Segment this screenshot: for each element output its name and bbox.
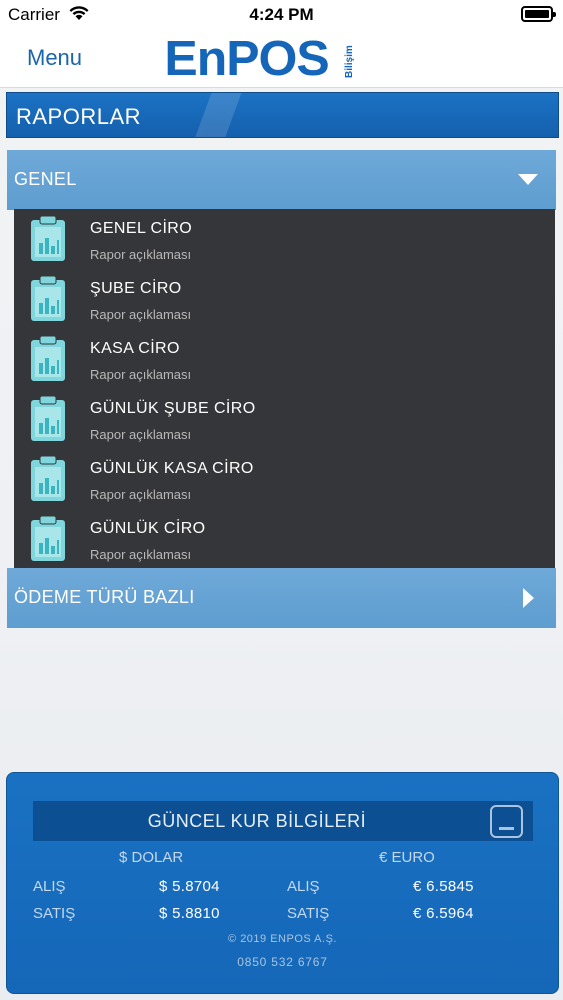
menu-button[interactable]: Menu bbox=[27, 45, 82, 71]
report-title: GÜNLÜK CİRO bbox=[90, 520, 206, 537]
euro-buy-label: ALIŞ bbox=[287, 878, 320, 895]
nav-bar: Menu EnPOS Bilişim bbox=[0, 30, 563, 88]
clock: 4:24 PM bbox=[249, 5, 314, 24]
enpos-logo: EnPOS Bilişim bbox=[164, 32, 355, 86]
group-label: GENEL bbox=[14, 169, 77, 189]
group-label: ÖDEME TÜRÜ BAZLI bbox=[14, 587, 195, 607]
report-item-gunluk-kasa-ciro[interactable]: GÜNLÜK KASA CİRO Rapor açıklaması bbox=[14, 449, 555, 509]
dollar-buy-value: $ 5.8704 bbox=[159, 878, 220, 895]
minimize-icon[interactable] bbox=[490, 805, 523, 838]
currency-panel-title: GÜNCEL KUR BİLGİLERİ bbox=[147, 811, 367, 831]
report-chart-icon bbox=[30, 275, 66, 322]
chevron-right-icon bbox=[523, 588, 534, 608]
dollar-sell-label: SATIŞ bbox=[33, 905, 76, 922]
report-chart-icon bbox=[30, 515, 66, 562]
report-title: ŞUBE CİRO bbox=[90, 280, 182, 297]
report-description: Rapor açıklaması bbox=[90, 547, 192, 562]
logo-text: EnPOS bbox=[164, 32, 329, 86]
report-description: Rapor açıklaması bbox=[90, 247, 192, 262]
report-item-genel-ciro[interactable]: GENEL CİRO Rapor açıklaması bbox=[14, 209, 555, 269]
section-header: RAPORLAR bbox=[6, 92, 559, 138]
phone-number: 0850 532 6767 bbox=[237, 955, 328, 969]
battery-icon bbox=[521, 6, 556, 22]
report-description: Rapor açıklaması bbox=[90, 307, 192, 322]
group-header-genel[interactable]: GENEL bbox=[7, 150, 556, 210]
logo-subtitle: Bilişim bbox=[344, 45, 355, 78]
report-title: KASA CİRO bbox=[90, 340, 180, 357]
report-chart-icon bbox=[30, 335, 66, 382]
report-chart-icon bbox=[30, 395, 66, 442]
report-item-gunluk-ciro[interactable]: GÜNLÜK CİRO Rapor açıklaması bbox=[14, 509, 555, 569]
status-bar: Carrier 4:24 PM bbox=[0, 0, 563, 30]
report-chart-icon bbox=[30, 455, 66, 502]
group-header-odeme-turu[interactable]: ÖDEME TÜRÜ BAZLI bbox=[7, 568, 556, 628]
report-list: GENEL CİRO Rapor açıklaması ŞUBE CİRO Ra… bbox=[14, 209, 555, 568]
report-description: Rapor açıklaması bbox=[90, 487, 192, 502]
report-title: GENEL CİRO bbox=[90, 220, 193, 237]
report-item-sube-ciro[interactable]: ŞUBE CİRO Rapor açıklaması bbox=[14, 269, 555, 329]
currency-panel: GÜNCEL KUR BİLGİLERİ $ DOLAR € EURO ALIŞ… bbox=[6, 772, 559, 994]
euro-sell-value: € 6.5964 bbox=[413, 905, 474, 922]
euro-heading: € EURO bbox=[379, 849, 435, 866]
report-description: Rapor açıklaması bbox=[90, 427, 192, 442]
page-title: RAPORLAR bbox=[16, 104, 142, 129]
currency-panel-header: GÜNCEL KUR BİLGİLERİ bbox=[33, 801, 533, 841]
copyright-text: © 2019 ENPOS A.Ş. bbox=[228, 933, 337, 945]
report-title: GÜNLÜK ŞUBE CİRO bbox=[90, 400, 256, 417]
report-description: Rapor açıklaması bbox=[90, 367, 192, 382]
report-chart-icon bbox=[30, 215, 66, 262]
dollar-sell-value: $ 5.8810 bbox=[159, 905, 220, 922]
dollar-heading: $ DOLAR bbox=[119, 849, 184, 866]
dollar-buy-label: ALIŞ bbox=[33, 878, 66, 895]
euro-sell-label: SATIŞ bbox=[287, 905, 330, 922]
chevron-down-icon bbox=[518, 174, 538, 185]
report-title: GÜNLÜK KASA CİRO bbox=[90, 460, 254, 477]
report-item-gunluk-sube-ciro[interactable]: GÜNLÜK ŞUBE CİRO Rapor açıklaması bbox=[14, 389, 555, 449]
report-item-kasa-ciro[interactable]: KASA CİRO Rapor açıklaması bbox=[14, 329, 555, 389]
euro-buy-value: € 6.5845 bbox=[413, 878, 474, 895]
